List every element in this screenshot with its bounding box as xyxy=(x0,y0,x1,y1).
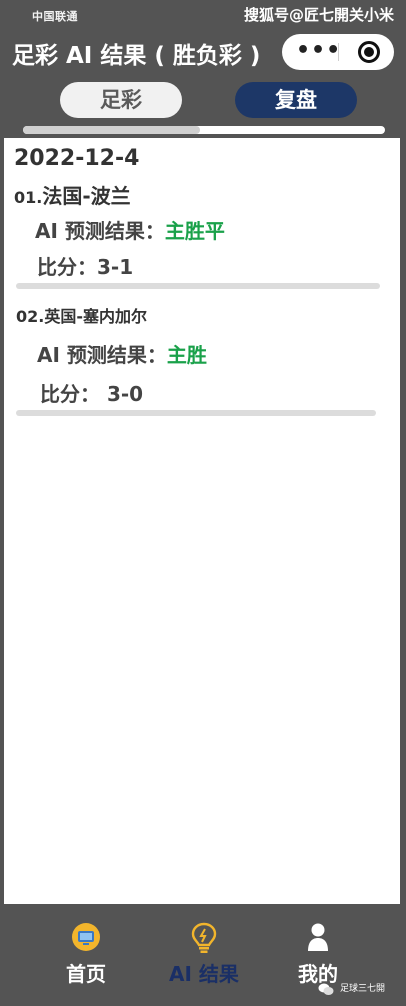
results-panel: 2022-12-4 01.法国-波兰 AI 预测结果：主胜平 比分：3-1 02… xyxy=(4,138,400,904)
title-bar: 足彩 AI 结果 ( 胜负彩 ) ••• xyxy=(0,30,406,76)
match-divider xyxy=(16,410,376,416)
capsule-separator xyxy=(338,43,339,61)
nav-item-home[interactable]: 首页 xyxy=(26,904,146,1006)
nav-label-ai-result: AI 结果 xyxy=(169,962,239,986)
home-icon xyxy=(71,922,101,956)
tab-fupan[interactable]: 复盘 xyxy=(235,82,357,118)
bottom-watermark-text: 足球三七開 xyxy=(340,984,386,994)
tab-bar: 足彩 复盘 xyxy=(0,80,406,120)
target-circle-icon[interactable] xyxy=(358,41,380,63)
user-icon xyxy=(307,922,329,956)
nav-label-home: 首页 xyxy=(66,962,106,986)
score-value: 3-1 xyxy=(97,255,134,279)
carrier-text: 中国联通 xyxy=(32,10,78,23)
match-title: 01.法国-波兰 xyxy=(14,180,131,209)
prediction-value: 主胜 xyxy=(166,343,207,367)
score-line: 比分：3-1 xyxy=(37,251,133,280)
match-number: 01. xyxy=(14,188,43,207)
prediction-line: AI 预测结果：主胜平 xyxy=(35,215,225,244)
wechat-bubble-icon xyxy=(318,981,334,995)
bottom-watermark: 足球三七開 xyxy=(318,979,404,997)
match-divider xyxy=(16,283,380,289)
more-dots-icon[interactable]: ••• xyxy=(296,38,341,63)
status-bar: 中国联通 搜狐号@匠七開关小米 xyxy=(0,0,406,30)
match-title: 02.英国-塞内加尔 xyxy=(16,303,147,327)
score-line: 比分： 3-0 xyxy=(40,378,143,407)
score-label: 比分： xyxy=(37,255,97,279)
lightbulb-icon xyxy=(191,922,217,958)
tab-zucai[interactable]: 足彩 xyxy=(60,82,182,118)
scroll-progress-fill xyxy=(23,126,201,134)
prediction-line: AI 预测结果：主胜 xyxy=(37,339,207,368)
score-label: 比分： xyxy=(40,382,100,406)
page-title: 足彩 AI 结果 ( 胜负彩 ) xyxy=(12,43,261,69)
score-value: 3-0 xyxy=(100,382,144,406)
match-teams: 英国-塞内加尔 xyxy=(44,307,147,326)
prediction-value: 主胜平 xyxy=(164,219,225,243)
match-number: 02. xyxy=(16,307,45,326)
result-date: 2022-12-4 xyxy=(14,146,140,171)
nav-item-ai-result[interactable]: AI 结果 xyxy=(144,904,264,1006)
prediction-label: AI 预测结果： xyxy=(35,219,165,243)
scroll-progress-bar xyxy=(23,126,385,134)
mini-program-capsule: ••• xyxy=(282,34,394,70)
match-teams: 法国-波兰 xyxy=(42,184,131,208)
prediction-label: AI 预测结果： xyxy=(37,343,167,367)
watermark-text: 搜狐号@匠七開关小米 xyxy=(243,6,394,24)
